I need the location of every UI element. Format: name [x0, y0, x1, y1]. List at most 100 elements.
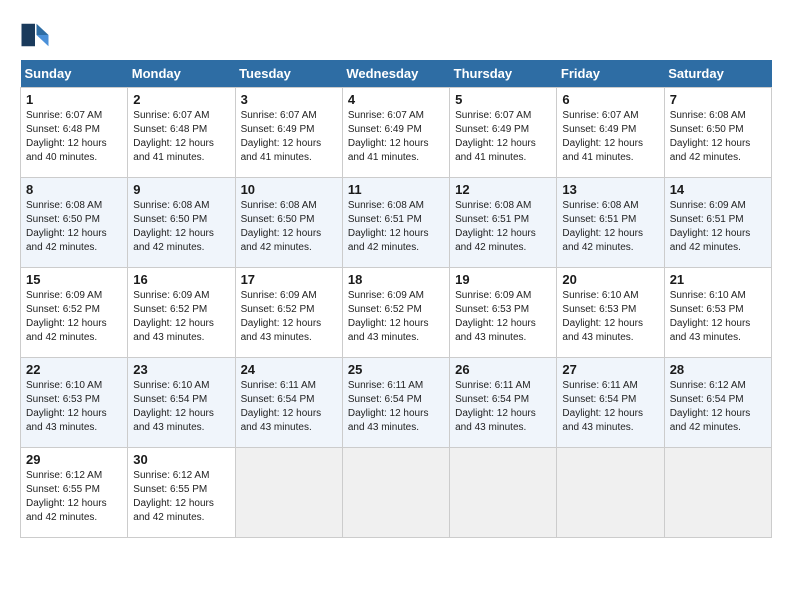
day-cell-18: 18 Sunrise: 6:09 AM Sunset: 6:52 PM Dayli… [342, 268, 449, 358]
day-number: 23 [133, 362, 229, 377]
day-cell-10: 10 Sunrise: 6:08 AM Sunset: 6:50 PM Dayli… [235, 178, 342, 268]
week-row-4: 22 Sunrise: 6:10 AM Sunset: 6:53 PM Dayli… [21, 358, 772, 448]
day-info: Sunrise: 6:09 AM Sunset: 6:51 PM Dayligh… [670, 199, 766, 255]
day-number: 7 [670, 92, 766, 107]
day-info: Sunrise: 6:08 AM Sunset: 6:50 PM Dayligh… [670, 109, 766, 165]
day-info: Sunrise: 6:10 AM Sunset: 6:53 PM Dayligh… [26, 379, 122, 435]
day-info: Sunrise: 6:09 AM Sunset: 6:52 PM Dayligh… [133, 289, 229, 345]
day-cell-1: 1 Sunrise: 6:07 AM Sunset: 6:48 PM Daylig… [21, 88, 128, 178]
day-number: 13 [562, 182, 658, 197]
day-number: 27 [562, 362, 658, 377]
day-number: 1 [26, 92, 122, 107]
day-cell-14: 14 Sunrise: 6:09 AM Sunset: 6:51 PM Dayli… [664, 178, 771, 268]
day-cell-15: 15Sunrise: 6:09 AM Sunset: 6:52 PM Dayli… [21, 268, 128, 358]
day-info: Sunrise: 6:07 AM Sunset: 6:48 PM Dayligh… [26, 109, 122, 165]
day-cell-20: 20 Sunrise: 6:10 AM Sunset: 6:53 PM Dayli… [557, 268, 664, 358]
day-number: 30 [133, 452, 229, 467]
day-number: 14 [670, 182, 766, 197]
day-info: Sunrise: 6:08 AM Sunset: 6:51 PM Dayligh… [455, 199, 551, 255]
calendar-table: SundayMondayTuesdayWednesdayThursdayFrid… [20, 60, 772, 538]
day-number: 19 [455, 272, 551, 287]
day-header-monday: Monday [128, 60, 235, 88]
day-number: 9 [133, 182, 229, 197]
day-number: 17 [241, 272, 337, 287]
day-cell-9: 9 Sunrise: 6:08 AM Sunset: 6:50 PM Daylig… [128, 178, 235, 268]
day-cell-23: 23 Sunrise: 6:10 AM Sunset: 6:54 PM Dayli… [128, 358, 235, 448]
day-cell-7: 7 Sunrise: 6:08 AM Sunset: 6:50 PM Daylig… [664, 88, 771, 178]
day-cell-17: 17Sunrise: 6:09 AM Sunset: 6:52 PM Dayli… [235, 268, 342, 358]
empty-cell [664, 448, 771, 538]
day-cell-11: 11 Sunrise: 6:08 AM Sunset: 6:51 PM Dayli… [342, 178, 449, 268]
day-header-saturday: Saturday [664, 60, 771, 88]
day-info: Sunrise: 6:12 AM Sunset: 6:55 PM Dayligh… [133, 469, 229, 525]
day-cell-4: 4 Sunrise: 6:07 AM Sunset: 6:49 PM Daylig… [342, 88, 449, 178]
day-info: Sunrise: 6:08 AM Sunset: 6:50 PM Dayligh… [133, 199, 229, 255]
day-cell-25: 25 Sunrise: 6:11 AM Sunset: 6:54 PM Dayli… [342, 358, 449, 448]
day-number: 10 [241, 182, 337, 197]
day-header-friday: Friday [557, 60, 664, 88]
logo [20, 20, 54, 50]
day-number: 15 [26, 272, 122, 287]
week-row-3: 15 Sunrise: 6:09 AM Sunset: 6:52 PM Dayli… [21, 268, 772, 358]
day-header-sunday: Sunday [21, 60, 128, 88]
day-cell-24: 24 Sunrise: 6:11 AM Sunset: 6:54 PM Dayli… [235, 358, 342, 448]
day-info: Sunrise: 6:10 AM Sunset: 6:53 PM Dayligh… [670, 289, 766, 345]
day-info: Sunrise: 6:11 AM Sunset: 6:54 PM Dayligh… [348, 379, 444, 435]
day-cell-5: 5 Sunrise: 6:07 AM Sunset: 6:49 PM Daylig… [450, 88, 557, 178]
day-number: 20 [562, 272, 658, 287]
day-info: Sunrise: 6:09 AM Sunset: 6:52 PM Dayligh… [348, 289, 444, 345]
day-cell-6: 6 Sunrise: 6:07 AM Sunset: 6:49 PM Daylig… [557, 88, 664, 178]
day-cell-30: 30 Sunrise: 6:12 AM Sunset: 6:55 PM Dayli… [128, 448, 235, 538]
empty-cell [450, 448, 557, 538]
day-info: Sunrise: 6:11 AM Sunset: 6:54 PM Dayligh… [455, 379, 551, 435]
day-cell-16: 16 Sunrise: 6:09 AM Sunset: 6:52 PM Dayli… [128, 268, 235, 358]
day-number: 11 [348, 182, 444, 197]
day-number: 24 [241, 362, 337, 377]
day-info: Sunrise: 6:07 AM Sunset: 6:49 PM Dayligh… [455, 109, 551, 165]
week-row-2: 8 Sunrise: 6:08 AM Sunset: 6:50 PM Daylig… [21, 178, 772, 268]
day-info: Sunrise: 6:08 AM Sunset: 6:50 PM Dayligh… [26, 199, 122, 255]
day-cell-13: 13 Sunrise: 6:08 AM Sunset: 6:51 PM Dayli… [557, 178, 664, 268]
day-number: 28 [670, 362, 766, 377]
day-cell-19: 19 Sunrise: 6:09 AM Sunset: 6:53 PM Dayli… [450, 268, 557, 358]
day-info: Sunrise: 6:10 AM Sunset: 6:54 PM Dayligh… [133, 379, 229, 435]
logo-icon [20, 20, 50, 50]
day-cell-27: 27 Sunrise: 6:11 AM Sunset: 6:54 PM Dayli… [557, 358, 664, 448]
day-number: 25 [348, 362, 444, 377]
day-cell-21: 21 Sunrise: 6:10 AM Sunset: 6:53 PM Dayli… [664, 268, 771, 358]
day-info: Sunrise: 6:11 AM Sunset: 6:54 PM Dayligh… [562, 379, 658, 435]
day-header-tuesday: Tuesday [235, 60, 342, 88]
day-info: Sunrise: 6:07 AM Sunset: 6:49 PM Dayligh… [348, 109, 444, 165]
day-cell-28: 28 Sunrise: 6:12 AM Sunset: 6:54 PM Dayli… [664, 358, 771, 448]
day-info: Sunrise: 6:08 AM Sunset: 6:50 PM Dayligh… [241, 199, 337, 255]
day-number: 8 [26, 182, 122, 197]
empty-cell [557, 448, 664, 538]
day-info: Sunrise: 6:08 AM Sunset: 6:51 PM Dayligh… [562, 199, 658, 255]
day-number: 6 [562, 92, 658, 107]
day-number: 4 [348, 92, 444, 107]
empty-cell [235, 448, 342, 538]
day-number: 2 [133, 92, 229, 107]
day-header-thursday: Thursday [450, 60, 557, 88]
day-info: Sunrise: 6:07 AM Sunset: 6:49 PM Dayligh… [562, 109, 658, 165]
day-cell-22: 22 Sunrise: 6:10 AM Sunset: 6:53 PM Dayli… [21, 358, 128, 448]
day-info: Sunrise: 6:11 AM Sunset: 6:54 PM Dayligh… [241, 379, 337, 435]
empty-cell [342, 448, 449, 538]
day-number: 29 [26, 452, 122, 467]
day-info: Sunrise: 6:10 AM Sunset: 6:53 PM Dayligh… [562, 289, 658, 345]
day-info: Sunrise: 6:09 AM Sunset: 6:53 PM Dayligh… [455, 289, 551, 345]
day-cell-29: 29Sunrise: 6:12 AM Sunset: 6:55 PM Dayli… [21, 448, 128, 538]
day-number: 22 [26, 362, 122, 377]
header [20, 20, 772, 50]
day-number: 5 [455, 92, 551, 107]
day-number: 21 [670, 272, 766, 287]
day-info: Sunrise: 6:12 AM Sunset: 6:54 PM Dayligh… [670, 379, 766, 435]
days-header-row: SundayMondayTuesdayWednesdayThursdayFrid… [21, 60, 772, 88]
day-number: 18 [348, 272, 444, 287]
day-header-wednesday: Wednesday [342, 60, 449, 88]
week-row-5: 29 Sunrise: 6:12 AM Sunset: 6:55 PM Dayli… [21, 448, 772, 538]
day-number: 26 [455, 362, 551, 377]
day-number: 16 [133, 272, 229, 287]
day-info: Sunrise: 6:08 AM Sunset: 6:51 PM Dayligh… [348, 199, 444, 255]
day-cell-2: 2Sunrise: 6:07 AM Sunset: 6:48 PM Daylig… [128, 88, 235, 178]
